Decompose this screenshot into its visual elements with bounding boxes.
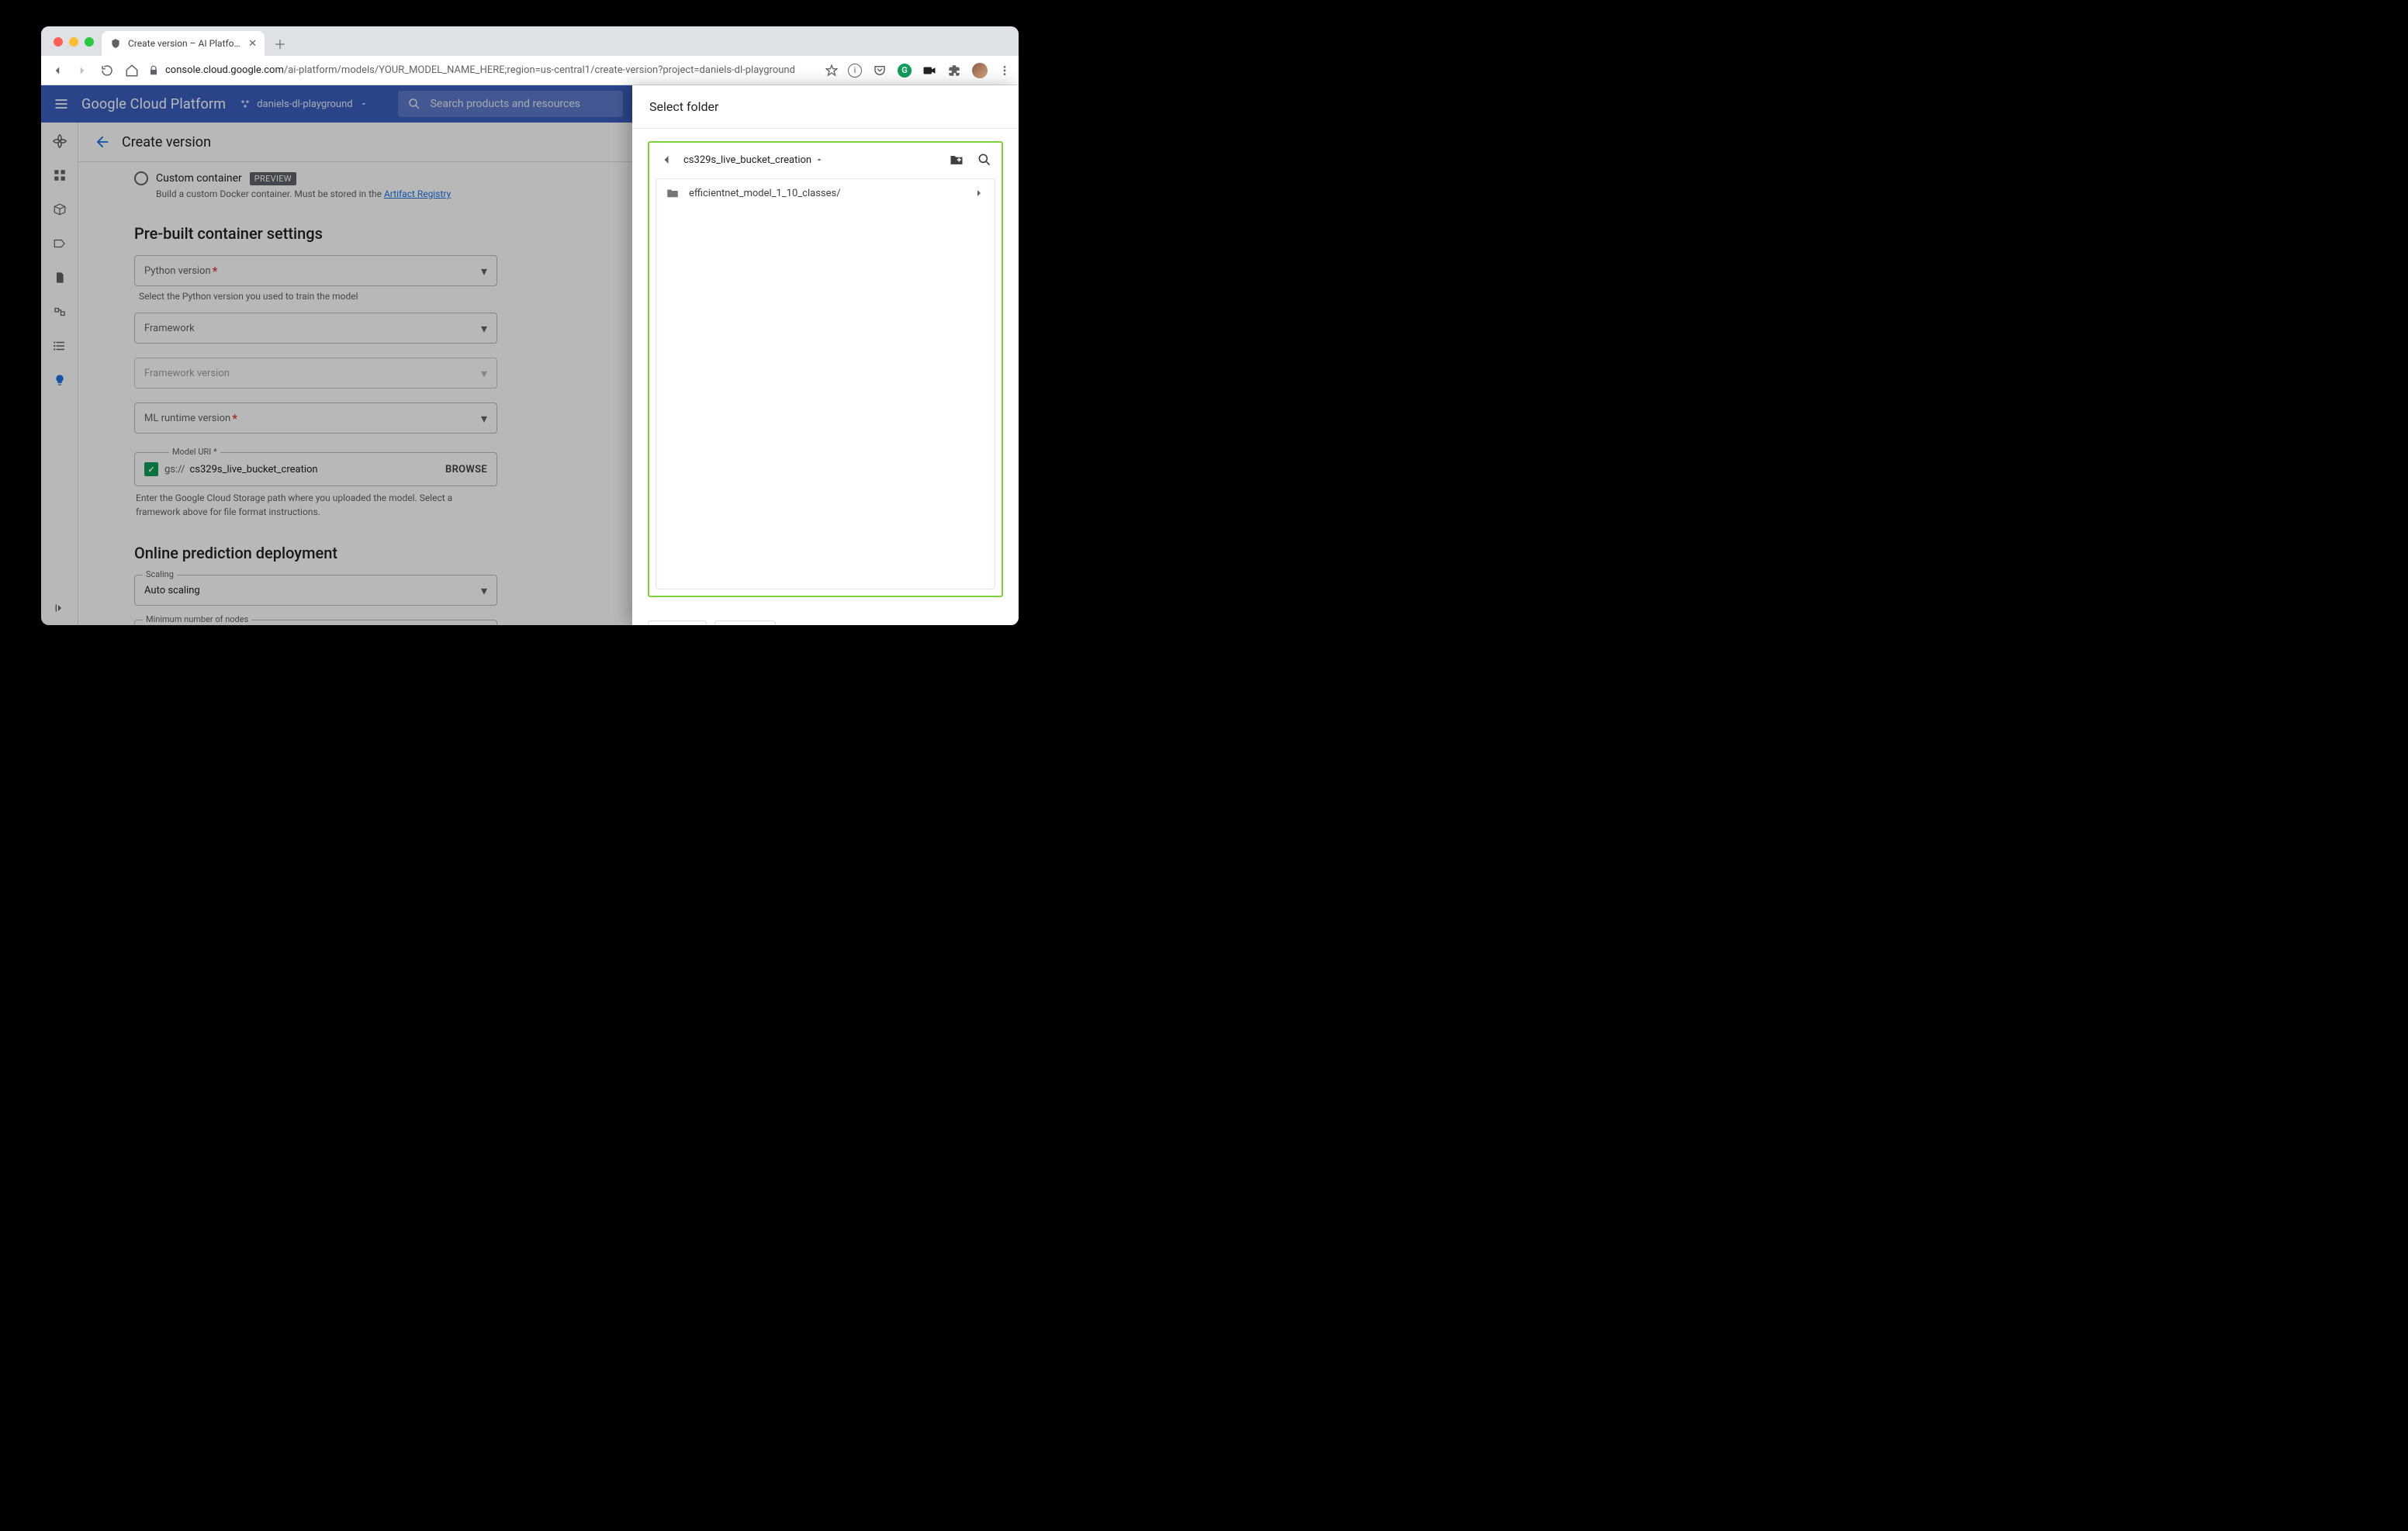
tab-strip: Create version – AI Platform – ✕ ＋ — [41, 26, 1019, 56]
tab-close-icon[interactable]: ✕ — [248, 38, 257, 50]
kebab-menu-icon[interactable] — [998, 64, 1011, 77]
window-close-icon[interactable] — [54, 37, 63, 47]
camera-icon[interactable] — [922, 64, 936, 77]
folder-row[interactable]: efficientnet_model_1_10_classes/ — [656, 179, 995, 207]
extension-icons: i G — [848, 63, 1011, 78]
app-root: Google Cloud Platform daniels-dl-playgro… — [41, 85, 1019, 625]
nav-reload-button[interactable] — [99, 62, 116, 79]
url-text: console.cloud.google.com/ai-platform/mod… — [165, 64, 795, 76]
picker-toolbar: cs329s_live_bucket_creation — [649, 143, 1002, 177]
star-icon[interactable] — [823, 62, 840, 79]
picker-back-icon[interactable] — [656, 149, 677, 171]
bucket-breadcrumb[interactable]: cs329s_live_bucket_creation — [683, 154, 824, 166]
nav-forward-button[interactable] — [74, 62, 91, 79]
new-tab-button[interactable]: ＋ — [269, 33, 291, 54]
folder-picker: cs329s_live_bucket_creation efficientnet… — [648, 141, 1003, 597]
grammarly-icon[interactable]: G — [898, 64, 912, 78]
window-zoom-icon[interactable] — [85, 37, 94, 47]
folder-icon — [666, 187, 680, 199]
lock-icon — [148, 65, 159, 76]
picker-search-icon[interactable] — [974, 149, 995, 171]
browser-tab[interactable]: Create version – AI Platform – ✕ — [102, 31, 265, 56]
panel-footer: SELECT CANCEL — [632, 610, 1019, 625]
url-field[interactable]: console.cloud.google.com/ai-platform/mod… — [148, 64, 815, 76]
panel-title: Select folder — [632, 85, 1019, 129]
cancel-button[interactable]: CANCEL — [714, 620, 776, 625]
folder-name: efficientnet_model_1_10_classes/ — [689, 188, 841, 199]
window-minimize-icon[interactable] — [69, 37, 78, 47]
info-icon[interactable]: i — [848, 64, 862, 78]
chevron-down-icon — [815, 155, 824, 164]
profile-avatar[interactable] — [972, 63, 988, 78]
select-button[interactable]: SELECT — [648, 620, 707, 625]
nav-back-button[interactable] — [49, 62, 66, 79]
browser-window: Create version – AI Platform – ✕ ＋ conso… — [41, 26, 1019, 625]
tab-title: Create version – AI Platform – — [128, 38, 242, 49]
address-bar: console.cloud.google.com/ai-platform/mod… — [41, 56, 1019, 85]
extensions-icon[interactable] — [947, 64, 961, 78]
pocket-icon[interactable] — [873, 64, 887, 78]
window-controls — [49, 37, 102, 56]
gcp-favicon-icon — [109, 37, 122, 50]
chevron-right-icon — [973, 187, 985, 199]
folder-list: efficientnet_model_1_10_classes/ — [656, 178, 995, 589]
nav-home-button[interactable] — [123, 62, 140, 79]
new-folder-icon[interactable] — [946, 149, 967, 171]
select-folder-panel: Select folder cs329s_live_bucket_creatio… — [632, 85, 1019, 625]
